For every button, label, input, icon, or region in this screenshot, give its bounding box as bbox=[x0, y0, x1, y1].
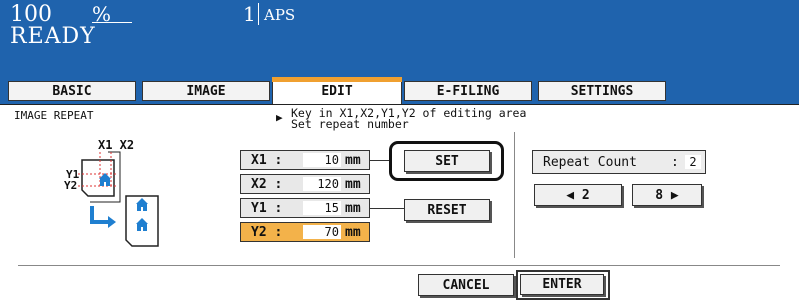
y2-value: 70 bbox=[303, 225, 341, 239]
x1-value: 10 bbox=[303, 153, 341, 167]
y2-label: Y2 : bbox=[251, 225, 283, 240]
x1-label: X1 : bbox=[251, 153, 283, 168]
tab-image[interactable]: IMAGE bbox=[142, 81, 270, 101]
play-icon: ▶ bbox=[276, 111, 283, 124]
tab-label: EDIT bbox=[321, 84, 353, 99]
paper-mode: APS bbox=[264, 6, 296, 24]
copies-count: 1 bbox=[243, 2, 256, 26]
y1-label: Y1 : bbox=[251, 201, 283, 216]
repeat-count-display: Repeat Count : 2 bbox=[532, 150, 706, 174]
x2-label: X2 : bbox=[251, 177, 283, 192]
vertical-divider bbox=[514, 132, 515, 258]
zoom-underline bbox=[92, 22, 132, 23]
x1-field[interactable]: X1 : 10 mm bbox=[240, 150, 370, 170]
status-bar: 100 % 1 APS READY bbox=[0, 0, 799, 77]
enter-button[interactable]: ENTER bbox=[520, 274, 604, 295]
repeat-increase-label: 8 ▶ bbox=[655, 187, 679, 203]
x2-field[interactable]: X2 : 120 mm bbox=[240, 174, 370, 194]
repeat-decrease-label: ◀ 2 bbox=[566, 187, 590, 203]
tab-label: E-FILING bbox=[436, 83, 500, 99]
repeat-count-label: Repeat Count bbox=[543, 155, 637, 170]
tab-basic[interactable]: BASIC bbox=[8, 81, 136, 101]
y2-unit: mm bbox=[345, 225, 361, 240]
tab-edit[interactable]: EDIT bbox=[272, 77, 402, 105]
repeat-decrease-button[interactable]: ◀ 2 bbox=[534, 184, 622, 206]
copies-divider bbox=[258, 3, 259, 25]
tab-settings[interactable]: SETTINGS bbox=[538, 81, 666, 101]
repeat-increase-button[interactable]: 8 ▶ bbox=[632, 184, 702, 206]
instruction-line-2: Set repeat number bbox=[291, 117, 409, 131]
reset-button[interactable]: RESET bbox=[404, 199, 490, 221]
y1-field[interactable]: Y1 : 15 mm bbox=[240, 198, 370, 218]
active-tab-stripe bbox=[272, 77, 402, 82]
repeat-count-value: 2 bbox=[685, 155, 701, 169]
copier-panel: 100 % 1 APS READY BASIC IMAGE EDIT E-FIL… bbox=[0, 0, 799, 302]
set-button[interactable]: SET bbox=[404, 150, 490, 172]
x2-unit: mm bbox=[345, 177, 361, 192]
set-button-label: SET bbox=[435, 153, 459, 169]
y1-unit: mm bbox=[345, 201, 361, 216]
machine-state: READY bbox=[10, 24, 96, 49]
bottom-separator bbox=[18, 265, 780, 266]
repeat-count-separator: : bbox=[671, 155, 679, 170]
function-title: IMAGE REPEAT bbox=[14, 109, 94, 122]
cancel-button-label: CANCEL bbox=[442, 277, 490, 293]
y1-value: 15 bbox=[303, 201, 341, 215]
repeat-diagram-icon bbox=[78, 151, 159, 247]
tab-label: IMAGE bbox=[186, 83, 226, 99]
tab-e-filing[interactable]: E-FILING bbox=[404, 81, 532, 101]
x2-value: 120 bbox=[303, 177, 341, 191]
y2-field[interactable]: Y2 : 70 mm bbox=[240, 222, 370, 242]
image-repeat-diagram: X1 X2 Y1 Y2 bbox=[56, 138, 206, 248]
tab-label: SETTINGS bbox=[570, 83, 634, 99]
set-connector bbox=[370, 160, 390, 161]
tab-label: BASIC bbox=[52, 83, 92, 99]
x1-unit: mm bbox=[345, 153, 361, 168]
reset-button-label: RESET bbox=[427, 202, 467, 218]
reset-connector bbox=[370, 208, 405, 209]
cancel-button[interactable]: CANCEL bbox=[418, 274, 514, 296]
enter-button-label: ENTER bbox=[542, 277, 582, 292]
